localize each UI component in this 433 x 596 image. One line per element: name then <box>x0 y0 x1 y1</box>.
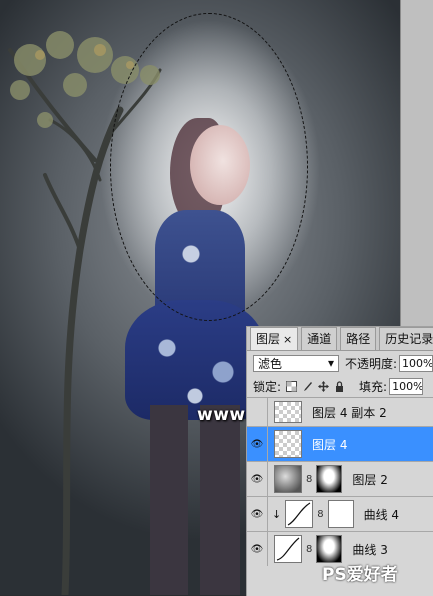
opacity-label: 不透明度: <box>345 356 398 371</box>
lock-all-icon[interactable] <box>334 380 345 392</box>
layer-mask-thumbnail[interactable] <box>316 465 343 493</box>
eye-icon: 👁 <box>250 473 264 485</box>
tab-layers-label: 图层 <box>256 332 281 346</box>
layer-name: 图层 2 <box>352 472 388 487</box>
visibility-toggle[interactable]: 👁 <box>247 427 268 461</box>
tab-layers[interactable]: 图层 × <box>250 327 299 350</box>
blend-mode-select[interactable]: 滤色 ▾ <box>253 354 339 372</box>
eye-icon: 👁 <box>250 438 264 450</box>
link-icon: 8 <box>317 508 324 520</box>
blend-row: 滤色 ▾ 不透明度: 100% <box>247 351 433 375</box>
clipping-arrow-icon: ↓ <box>272 507 282 521</box>
close-icon[interactable]: × <box>283 333 292 346</box>
watermark-corner: PS爱好者 <box>322 565 398 585</box>
tab-history[interactable]: 历史记录 <box>379 327 433 350</box>
layer-name: 曲线 3 <box>352 542 388 557</box>
layer-thumbnail <box>274 465 302 493</box>
eye-icon: 👁 <box>250 543 264 555</box>
link-icon: 8 <box>306 473 313 485</box>
fill-label: 填充: <box>359 379 388 394</box>
lock-transparent-icon[interactable] <box>286 380 298 392</box>
tab-paths-label: 路径 <box>346 332 371 346</box>
panel-tabs: 图层 × 通道 路径 历史记录 <box>247 327 433 351</box>
tab-channels[interactable]: 通道 <box>301 327 338 350</box>
layers-panel: 图层 × 通道 路径 历史记录 滤色 ▾ 不透明度: 100% 锁定: 填充: 1… <box>246 326 433 596</box>
curves-adjustment-icon <box>285 500 314 528</box>
layer-row[interactable]: 👁 8 图层 2 <box>247 462 433 497</box>
lock-brush-icon[interactable] <box>302 381 313 392</box>
fill-field[interactable]: 100% <box>389 377 424 395</box>
layer-mask-thumbnail[interactable] <box>327 500 354 528</box>
link-icon: 8 <box>306 543 313 555</box>
lock-label: 锁定: <box>253 379 282 394</box>
tab-history-label: 历史记录 <box>385 332 433 346</box>
layer-name: 图层 4 <box>312 437 348 452</box>
blend-mode-value: 滤色 <box>258 356 283 371</box>
eye-icon: 👁 <box>250 508 264 520</box>
person-legs <box>140 405 250 595</box>
layer-row-selected[interactable]: 👁 图层 4 <box>247 427 433 462</box>
chevron-down-icon: ▾ <box>327 356 334 370</box>
visibility-toggle[interactable]: 👁 <box>247 462 268 496</box>
tab-channels-label: 通道 <box>307 332 332 346</box>
layer-name: 曲线 4 <box>363 507 400 522</box>
lock-move-icon[interactable] <box>318 380 330 392</box>
opacity-field[interactable]: 100% <box>399 354 433 372</box>
layers-list: 图层 4 副本 2 👁 图层 4 👁 8 图层 2 👁 ↓ 8 曲线 4 👁 8… <box>247 398 433 566</box>
layer-name: 图层 4 副本 2 <box>312 405 387 420</box>
visibility-toggle[interactable]: 👁 <box>247 532 268 566</box>
lock-row: 锁定: 填充: 100% <box>247 375 433 398</box>
layer-thumbnail <box>274 430 302 458</box>
layer-mask-thumbnail[interactable] <box>316 535 343 563</box>
layer-row[interactable]: 图层 4 副本 2 <box>247 398 433 427</box>
curves-adjustment-icon <box>274 535 302 563</box>
elliptical-selection-marquee[interactable] <box>110 13 308 321</box>
tab-paths[interactable]: 路径 <box>340 327 377 350</box>
visibility-toggle[interactable]: 👁 <box>247 497 268 531</box>
layer-row[interactable]: 👁 ↓ 8 曲线 4 <box>247 497 433 532</box>
visibility-toggle[interactable] <box>247 398 268 426</box>
layer-thumbnail <box>274 401 302 423</box>
